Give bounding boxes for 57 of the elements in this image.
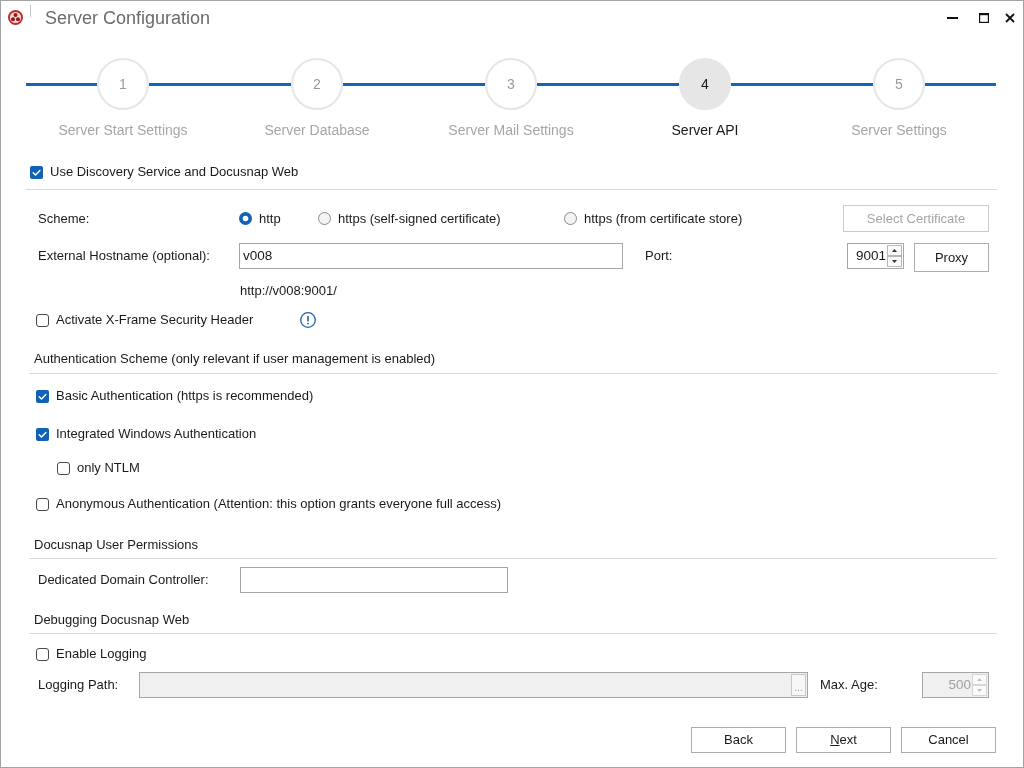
checkbox-label: Anonymous Authentication (Attention: this option grants everyone full access) xyxy=(56,495,502,513)
step-label: Server Settings xyxy=(851,121,947,140)
checkbox-label: Use Discovery Service and Docusnap Web xyxy=(50,163,299,181)
connector-line xyxy=(925,82,996,86)
minimize-icon[interactable] xyxy=(947,16,958,19)
radio-label: http xyxy=(259,209,281,228)
checkbox-label: Enable Logging xyxy=(56,645,147,663)
section-heading: Authentication Scheme (only relevant if user management is enabled) xyxy=(34,350,436,368)
checkbox-label: Integrated Windows Authentication xyxy=(56,425,257,443)
exclamation-circle-icon[interactable] xyxy=(300,312,316,328)
section-heading: Docusnap User Permissions xyxy=(34,536,198,554)
radio-button[interactable] xyxy=(318,212,331,225)
spin-up-icon[interactable] xyxy=(887,245,902,256)
proxy-button[interactable]: Proxy xyxy=(914,243,989,272)
step-circle: 5 xyxy=(873,58,925,110)
field-label: Port: xyxy=(645,247,673,265)
next-button[interactable]: Next xyxy=(796,727,891,753)
checkbox-label: Basic Authentication (https is recommended) xyxy=(56,387,314,405)
step-label: Server Mail Settings xyxy=(448,121,574,140)
field-label: External Hostname (optional): xyxy=(38,247,210,265)
back-button[interactable]: Back xyxy=(691,727,786,753)
step-circle: 3 xyxy=(485,58,537,110)
checkbox[interactable] xyxy=(57,461,70,475)
radio-label: https (self-signed certificate) xyxy=(338,209,501,228)
radio-label: https (from certificate store) xyxy=(584,209,743,228)
url-text: http://v008:9001/ xyxy=(240,282,337,300)
field-label: Scheme: xyxy=(38,210,90,226)
checkbox[interactable] xyxy=(36,647,49,661)
logo-icon xyxy=(8,10,23,25)
domain-controller-field[interactable] xyxy=(240,567,508,593)
close-icon[interactable] xyxy=(1005,12,1015,23)
section-heading: Debugging Docusnap Web xyxy=(34,611,190,629)
checkbox[interactable] xyxy=(36,497,49,511)
maximize-icon[interactable] xyxy=(979,12,989,23)
radio-button[interactable] xyxy=(564,212,577,225)
checkbox-label: only NTLM xyxy=(77,459,140,477)
step-circle: 1 xyxy=(97,58,149,110)
radio-button[interactable] xyxy=(239,212,252,225)
checkbox-label: Activate X-Frame Security Header xyxy=(56,311,254,329)
step-circle: 4 xyxy=(679,58,731,110)
step-label: Server Database xyxy=(264,121,370,140)
field-label: Logging Path: xyxy=(38,677,119,692)
hostname-field[interactable]: v008 xyxy=(239,243,623,269)
step-label: Server Start Settings xyxy=(58,121,188,140)
connector-line xyxy=(26,82,97,86)
cancel-button[interactable]: Cancel xyxy=(901,727,996,753)
checkbox[interactable] xyxy=(36,313,49,327)
checkbox[interactable] xyxy=(36,389,49,403)
checkbox[interactable] xyxy=(36,427,49,441)
window-title: Server Configuration xyxy=(45,6,211,29)
spin-down-icon[interactable] xyxy=(887,256,902,267)
step-label: Server API xyxy=(671,121,739,140)
checkbox[interactable] xyxy=(30,165,43,179)
port-spinbox[interactable]: 9001 xyxy=(847,243,904,269)
step-circle: 2 xyxy=(291,58,343,110)
field-label: Max. Age: xyxy=(820,676,878,694)
field-label: Dedicated Domain Controller: xyxy=(38,572,209,587)
